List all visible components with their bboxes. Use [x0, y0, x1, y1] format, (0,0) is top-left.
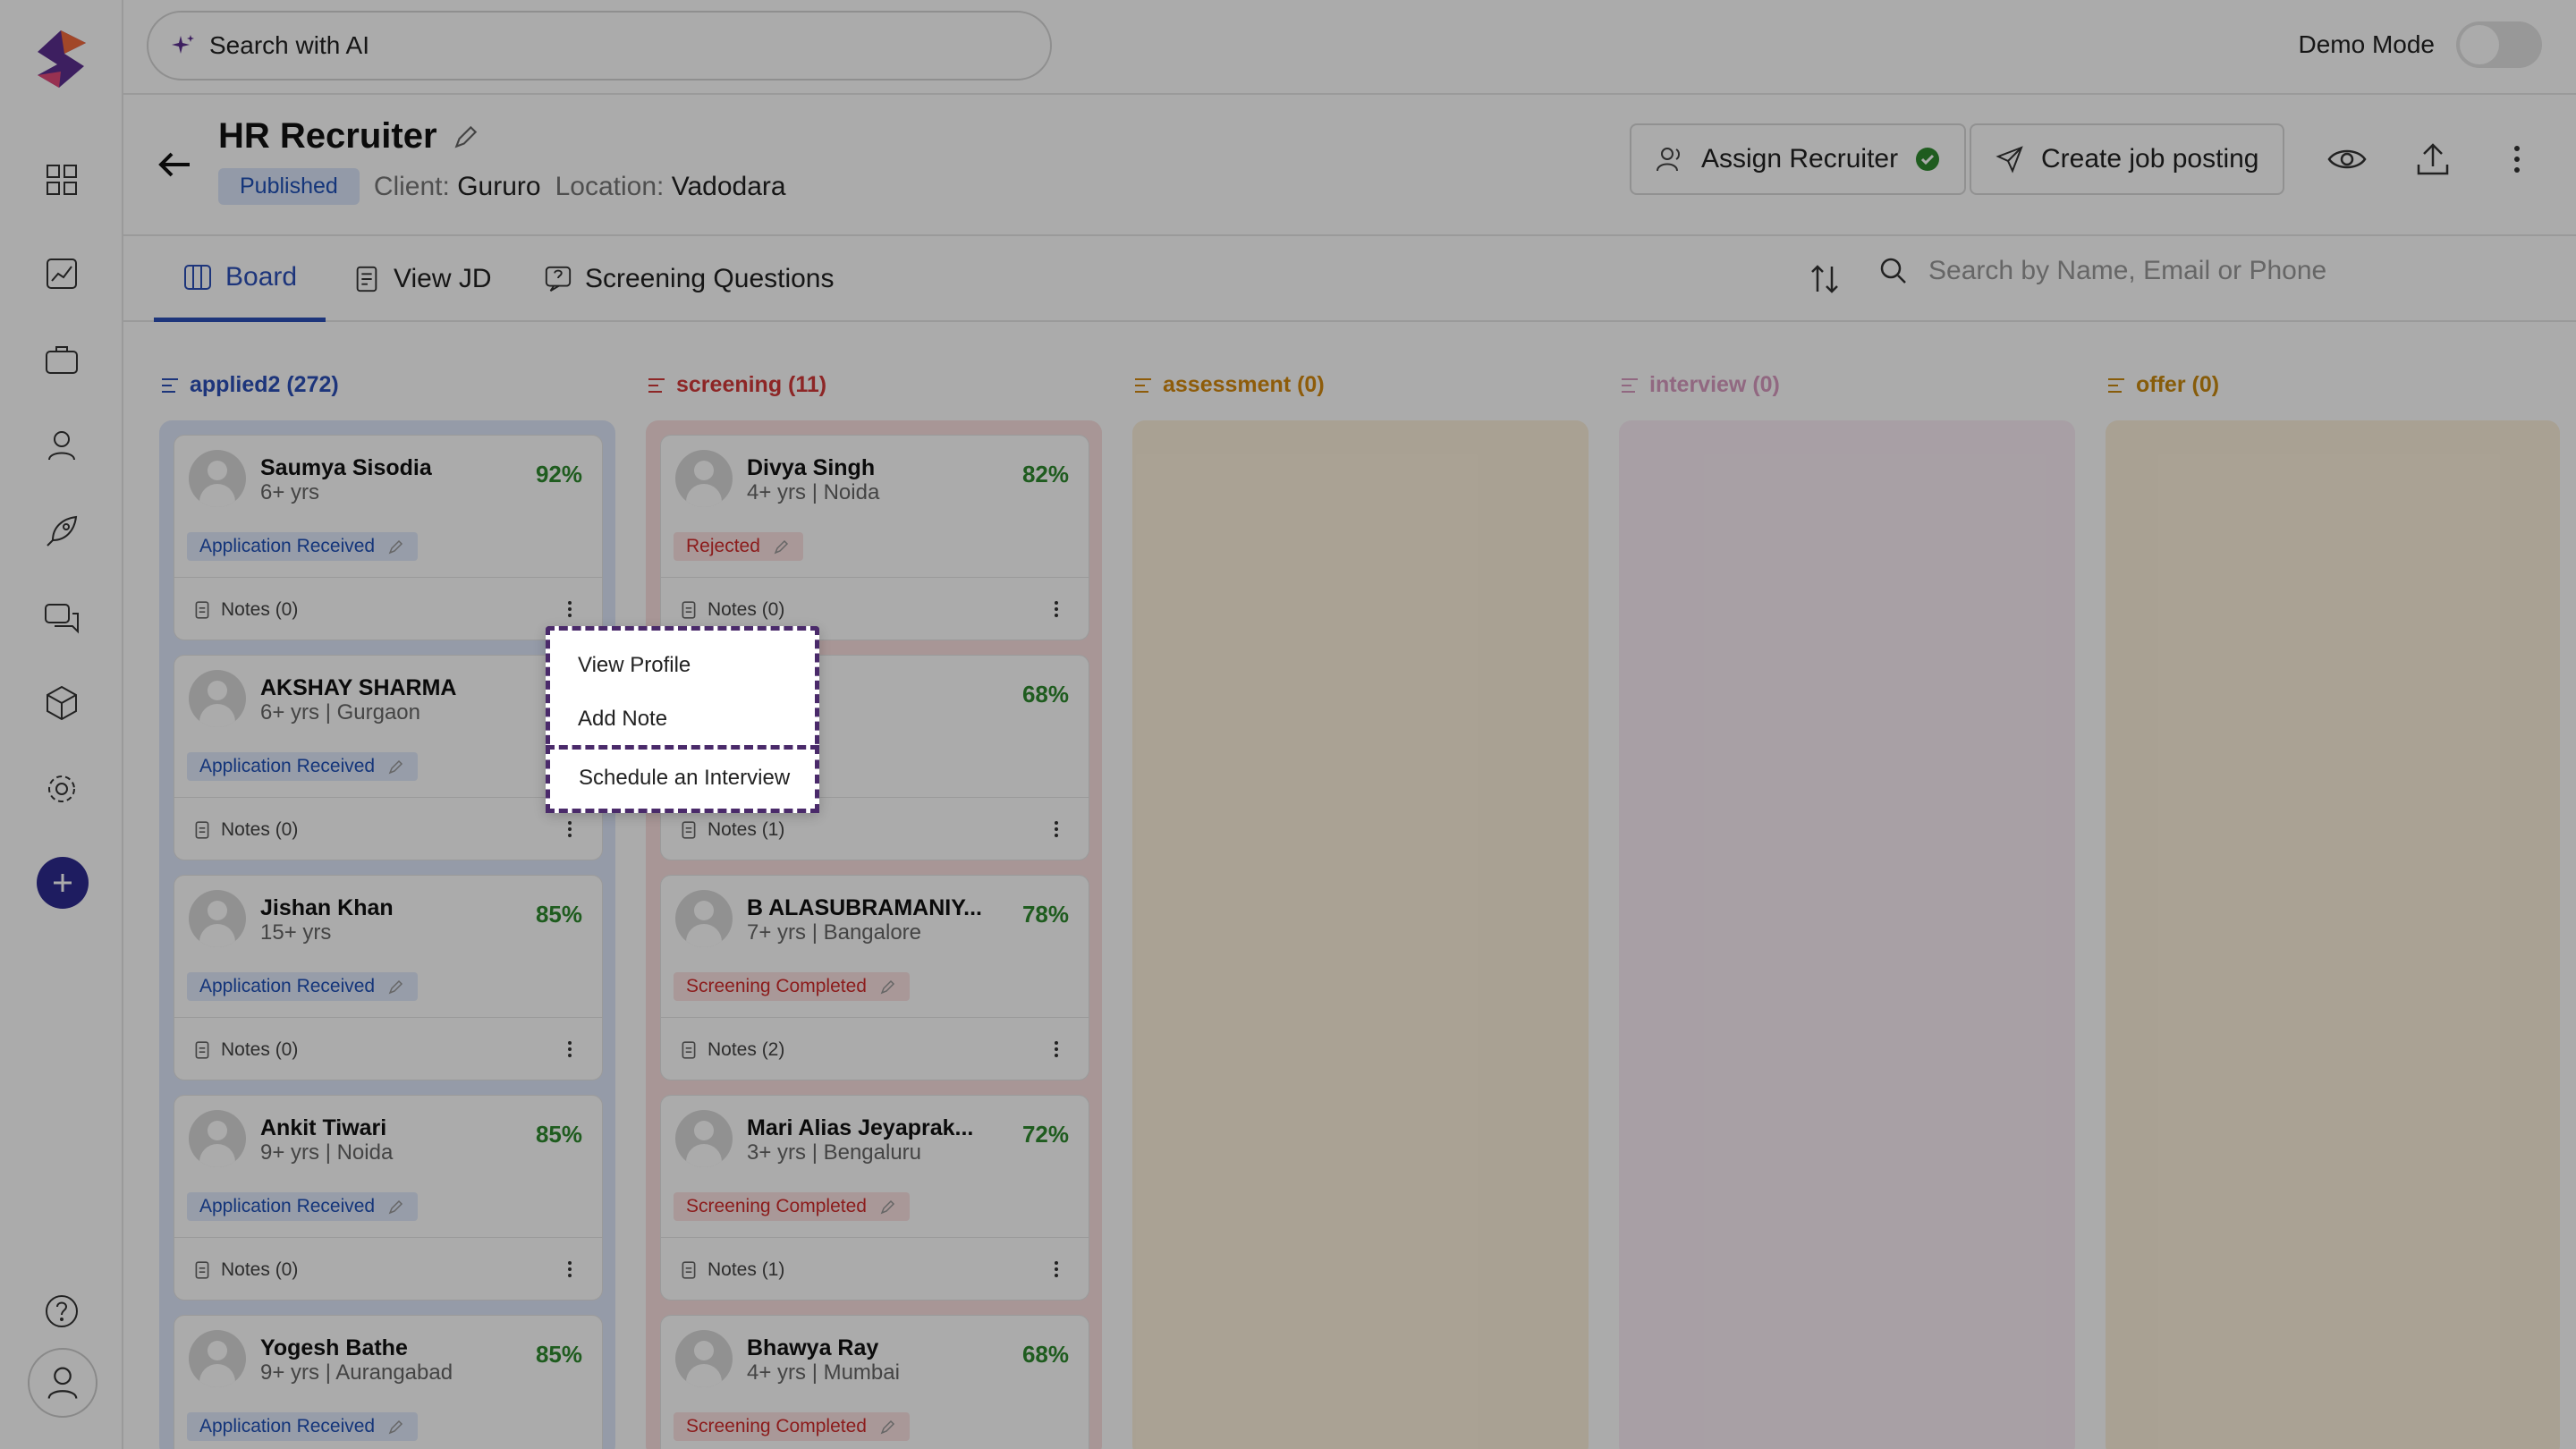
menu-item-schedule-interview[interactable]: Schedule an Interview: [546, 745, 819, 813]
schedule-interview-label: Schedule an Interview: [579, 766, 791, 790]
modal-backdrop[interactable]: [0, 0, 2576, 1449]
app-root: Search with AI Demo Mode HR Recruiter Pu…: [0, 0, 2576, 1449]
